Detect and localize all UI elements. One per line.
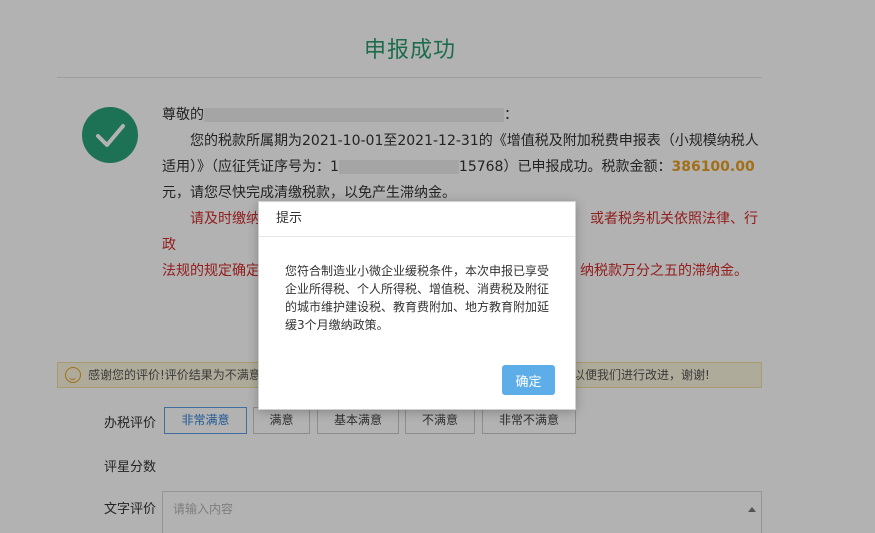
confirm-button[interactable]: 确定 [502,365,555,395]
dialog-message: 您符合制造业小微企业缓税条件，本次申报已享受企业所得税、个人所得税、增值税、消费… [285,264,550,332]
dialog-title: 提示 [259,202,575,237]
tip-dialog: 提示 您符合制造业小微企业缓税条件，本次申报已享受企业所得税、个人所得税、增值税… [258,201,576,410]
